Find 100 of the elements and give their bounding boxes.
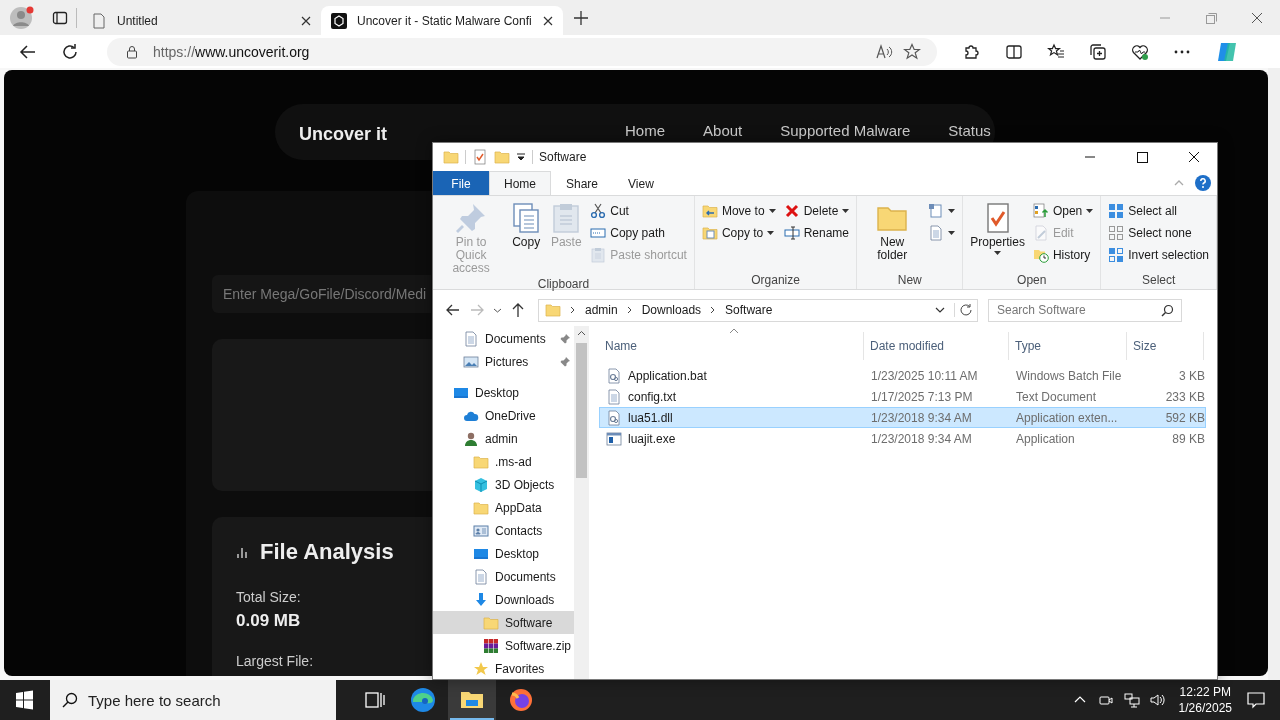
- browser-tab[interactable]: Uncover it - Static Malware Confi: [321, 6, 563, 35]
- ribbon-button[interactable]: Select none: [1105, 222, 1212, 244]
- refresh-icon[interactable]: [954, 303, 973, 317]
- nav-item[interactable]: Favorites: [433, 657, 574, 679]
- search-field[interactable]: Type here to search: [50, 680, 336, 720]
- address-field[interactable]: admin Downloads Software: [538, 298, 978, 322]
- nav-item[interactable]: AppData: [433, 496, 574, 519]
- browser-tab[interactable]: Untitled: [81, 6, 321, 35]
- breadcrumb-item[interactable]: Software: [725, 303, 773, 317]
- back-icon[interactable]: [19, 42, 37, 61]
- ribbon-tab[interactable]: Home: [489, 171, 551, 195]
- up-arrow-icon[interactable]: [510, 302, 526, 318]
- ribbon-tab[interactable]: View: [613, 171, 669, 195]
- column-header[interactable]: Size: [1127, 332, 1204, 360]
- close-icon[interactable]: [301, 15, 311, 26]
- caret-icon: [842, 209, 850, 213]
- network-icon[interactable]: [1123, 692, 1140, 708]
- column-header[interactable]: Type: [1009, 332, 1127, 360]
- scrollbar[interactable]: [574, 326, 589, 679]
- scrollbar[interactable]: [1268, 68, 1280, 680]
- ribbon-button[interactable]: Copy to: [698, 222, 779, 244]
- url-field[interactable]: Enter Mega/GoFile/Discord/Medi: [212, 275, 431, 313]
- address-bar[interactable]: https://www.uncoverit.org: [107, 37, 937, 66]
- file-name: Application.bat: [628, 368, 707, 383]
- file-menu-tab[interactable]: File: [433, 171, 489, 195]
- document-icon: [463, 330, 479, 347]
- nav-item[interactable]: Desktop: [433, 542, 574, 565]
- ribbon-button[interactable]: Open: [1029, 200, 1097, 222]
- ribbon-button[interactable]: Copy path: [587, 222, 690, 244]
- column-header[interactable]: Date modified: [864, 332, 1009, 360]
- file-name: lua51.dll: [628, 410, 673, 425]
- grid-icon: [1108, 247, 1125, 263]
- nav-link[interactable]: About: [703, 122, 743, 139]
- nav-item[interactable]: Downloads: [433, 588, 574, 611]
- document-icon: [473, 568, 489, 585]
- folder-icon: [483, 614, 499, 631]
- column-header[interactable]: Name: [599, 332, 864, 360]
- nav-item[interactable]: Documents: [433, 565, 574, 588]
- folder-icon: [473, 453, 489, 470]
- grid-icon: [1108, 203, 1125, 219]
- ribbon-button[interactable]: Cut: [587, 200, 690, 222]
- caret-icon: [1086, 209, 1094, 213]
- read-aloud-icon[interactable]: [875, 42, 893, 61]
- new-tab-icon[interactable]: [573, 9, 589, 26]
- nav-item[interactable]: 3D Objects: [433, 473, 574, 496]
- download-icon: [473, 591, 489, 608]
- ribbon-button[interactable]: Rename: [780, 222, 853, 244]
- nav-item[interactable]: Documents: [433, 327, 574, 350]
- refresh-icon[interactable]: [61, 42, 79, 61]
- nav-item[interactable]: Software.zip: [433, 634, 574, 657]
- tab-actions-icon[interactable]: [52, 9, 68, 26]
- nav-item[interactable]: Contacts: [433, 519, 574, 542]
- table-cell-text: 3 KB: [1178, 368, 1205, 383]
- ribbon-tab[interactable]: Share: [551, 171, 614, 195]
- breadcrumb-item[interactable]: admin: [585, 303, 618, 317]
- clock[interactable]: 12:22 PM 1/26/2025: [1178, 684, 1232, 716]
- back-icon[interactable]: [445, 302, 461, 318]
- favorites-icon[interactable]: [1047, 42, 1065, 61]
- group-label: Select: [1141, 273, 1176, 287]
- file-row[interactable]: config.txt 1/17/2025 7:13 PM Text Document 233 KB: [599, 386, 1206, 407]
- notification-icon[interactable]: [1246, 690, 1266, 710]
- folder-icon: [701, 203, 718, 219]
- file-explorer-app-icon[interactable]: [448, 680, 496, 720]
- caret-icon[interactable]: [516, 152, 526, 162]
- profile-icon[interactable]: [9, 4, 35, 31]
- group-label: New: [897, 273, 922, 287]
- chevron-right-icon: [569, 306, 577, 314]
- ribbon-button[interactable]: Properties: [967, 200, 1028, 257]
- favorite-star-icon[interactable]: [903, 42, 921, 61]
- nav-link[interactable]: Status: [948, 122, 991, 139]
- nav-item[interactable]: Pictures: [433, 350, 574, 373]
- nav-item[interactable]: Software: [433, 611, 574, 634]
- split-screen-icon[interactable]: [1005, 42, 1023, 61]
- nav-link[interactable]: Supported Malware: [780, 122, 911, 139]
- close-icon[interactable]: [543, 15, 553, 26]
- ribbon-button[interactable]: Invert selection: [1105, 244, 1212, 266]
- nav-item[interactable]: admin: [433, 427, 574, 450]
- ribbon-button[interactable]: Delete: [780, 200, 853, 222]
- collections-icon[interactable]: [1089, 42, 1107, 61]
- ribbon-button[interactable]: Copy: [507, 200, 546, 251]
- search-field[interactable]: Search Software: [988, 298, 1182, 322]
- help-icon[interactable]: [1195, 175, 1211, 191]
- nav-link[interactable]: Home: [625, 122, 666, 139]
- ribbon-button[interactable]: Move to: [698, 200, 779, 222]
- ribbon-button[interactable]: New folder: [861, 200, 924, 264]
- nav-item[interactable]: Desktop: [433, 381, 574, 404]
- puzzle-icon[interactable]: [963, 42, 981, 61]
- breadcrumb-item[interactable]: Downloads: [641, 303, 702, 317]
- ribbon-button[interactable]: History: [1029, 244, 1097, 266]
- nav-item[interactable]: .ms-ad: [433, 450, 574, 473]
- file-row[interactable]: luajit.exe 1/23/2018 9:34 AM Application 89 KB: [599, 428, 1206, 449]
- folder-icon: [443, 149, 459, 165]
- heart-pulse-icon[interactable]: [1131, 42, 1149, 61]
- nav-item[interactable]: OneDrive: [433, 404, 574, 427]
- volume-icon[interactable]: [1149, 692, 1166, 708]
- file-row[interactable]: Application.bat 1/23/2025 10:11 AM Windows Batch File 3 KB: [599, 365, 1206, 386]
- url-text: https://www.uncoverit.org: [153, 43, 310, 60]
- file-row[interactable]: lua51.dll 1/23/2018 9:34 AM Application exten... 592 KB: [599, 407, 1206, 428]
- site-brand[interactable]: Uncover it: [299, 124, 388, 145]
- ribbon-button[interactable]: Select all: [1105, 200, 1212, 222]
